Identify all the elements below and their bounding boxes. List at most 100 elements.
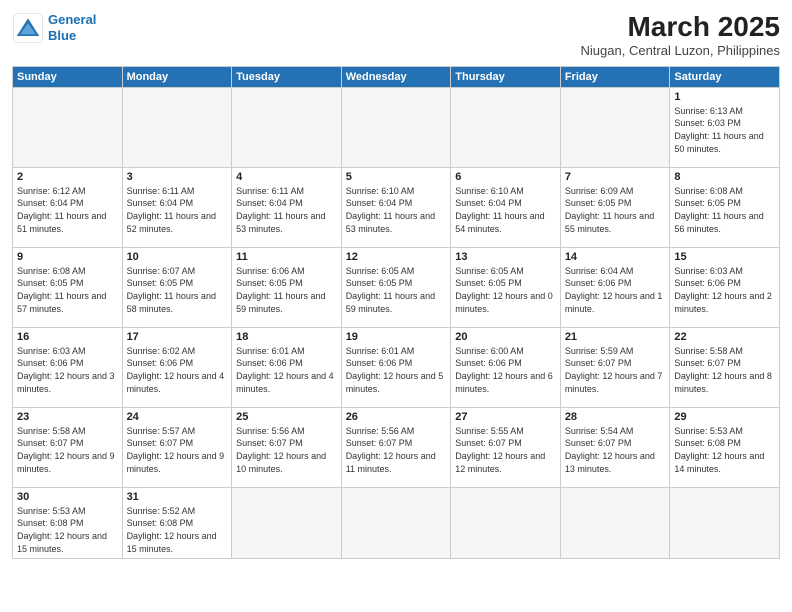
day-number: 26 [346,411,447,423]
day-info: Sunrise: 6:10 AM Sunset: 6:04 PM Dayligh… [346,185,447,235]
day-info: Sunrise: 6:03 AM Sunset: 6:06 PM Dayligh… [674,265,775,315]
day-number: 3 [127,171,228,183]
day-info: Sunrise: 6:06 AM Sunset: 6:05 PM Dayligh… [236,265,337,315]
table-row: 19Sunrise: 6:01 AM Sunset: 6:06 PM Dayli… [341,327,451,407]
table-row: 14 Sunrise: 6:04 AM Sunset: 6:06 PM Dayli… [560,247,670,327]
day-info: Sunrise: 6:02 AM Sunset: 6:06 PM Dayligh… [127,345,228,395]
header: General Blue March 2025 Niugan, Central … [12,12,780,58]
table-row: 20 Sunrise: 6:00 AM Sunset: 6:06 PM Dayli… [451,327,561,407]
day-number: 29 [674,411,775,423]
day-info: Sunrise: 5:58 AM Sunset: 6:07 PM Dayligh… [674,345,775,395]
table-row [232,87,342,167]
day-info: Sunrise: 6:13 AM Sunset: 6:03 PM Dayligh… [674,105,775,155]
table-row: 24 Sunrise: 5:57 AM Sunset: 6:07 PM Dayli… [122,407,232,487]
logo-text: General Blue [48,12,96,43]
table-row: 6 Sunrise: 6:10 AM Sunset: 6:04 PM Daylig… [451,167,561,247]
day-info: Sunrise: 6:00 AM Sunset: 6:06 PM Dayligh… [455,345,556,395]
day-info: Sunrise: 6:01 AM Sunset: 6:06 PM Dayligh… [236,345,337,395]
day-number: 10 [127,251,228,263]
day-info: Sunrise: 5:55 AM Sunset: 6:07 PM Dayligh… [455,425,556,475]
table-row: 7Sunrise: 6:09 AM Sunset: 6:05 PM Daylig… [560,167,670,247]
table-row: 27 Sunrise: 5:55 AM Sunset: 6:07 PM Dayli… [451,407,561,487]
table-row: 13Sunrise: 6:05 AM Sunset: 6:05 PM Dayli… [451,247,561,327]
table-row [341,487,451,558]
table-row: 8 Sunrise: 6:08 AM Sunset: 6:05 PM Daylig… [670,167,780,247]
day-number: 8 [674,171,775,183]
table-row: 23Sunrise: 5:58 AM Sunset: 6:07 PM Dayli… [13,407,123,487]
table-row: 16Sunrise: 6:03 AM Sunset: 6:06 PM Dayli… [13,327,123,407]
header-friday: Friday [560,66,670,87]
day-number: 28 [565,411,666,423]
logo: General Blue [12,12,96,44]
day-number: 4 [236,171,337,183]
day-number: 27 [455,411,556,423]
table-row [451,87,561,167]
day-number: 13 [455,251,556,263]
header-sunday: Sunday [13,66,123,87]
table-row: 31Sunrise: 5:52 AM Sunset: 6:08 PM Dayli… [122,487,232,558]
day-info: Sunrise: 6:03 AM Sunset: 6:06 PM Dayligh… [17,345,118,395]
day-number: 17 [127,331,228,343]
day-info: Sunrise: 5:53 AM Sunset: 6:08 PM Dayligh… [17,505,118,555]
generalblue-logo-icon [12,12,44,44]
day-info: Sunrise: 5:59 AM Sunset: 6:07 PM Dayligh… [565,345,666,395]
weekday-header-row: Sunday Monday Tuesday Wednesday Thursday… [13,66,780,87]
day-info: Sunrise: 6:12 AM Sunset: 6:04 PM Dayligh… [17,185,118,235]
day-info: Sunrise: 5:54 AM Sunset: 6:07 PM Dayligh… [565,425,666,475]
day-number: 14 [565,251,666,263]
day-number: 2 [17,171,118,183]
day-info: Sunrise: 6:11 AM Sunset: 6:04 PM Dayligh… [236,185,337,235]
table-row: 12Sunrise: 6:05 AM Sunset: 6:05 PM Dayli… [341,247,451,327]
day-number: 20 [455,331,556,343]
header-wednesday: Wednesday [341,66,451,87]
month-title: March 2025 [581,12,780,43]
table-row: 18 Sunrise: 6:01 AM Sunset: 6:06 PM Dayli… [232,327,342,407]
day-number: 6 [455,171,556,183]
header-monday: Monday [122,66,232,87]
table-row [122,87,232,167]
day-info: Sunrise: 5:57 AM Sunset: 6:07 PM Dayligh… [127,425,228,475]
table-row [560,487,670,558]
title-block: March 2025 Niugan, Central Luzon, Philip… [581,12,780,58]
table-row: 29Sunrise: 5:53 AM Sunset: 6:08 PM Dayli… [670,407,780,487]
day-number: 31 [127,491,228,503]
day-number: 7 [565,171,666,183]
day-number: 18 [236,331,337,343]
table-row: 4 Sunrise: 6:11 AM Sunset: 6:04 PM Daylig… [232,167,342,247]
day-number: 30 [17,491,118,503]
day-number: 5 [346,171,447,183]
day-info: Sunrise: 6:08 AM Sunset: 6:05 PM Dayligh… [674,185,775,235]
table-row [670,487,780,558]
table-row [451,487,561,558]
table-row: 10Sunrise: 6:07 AM Sunset: 6:05 PM Dayli… [122,247,232,327]
table-row: 9Sunrise: 6:08 AM Sunset: 6:05 PM Daylig… [13,247,123,327]
day-info: Sunrise: 6:04 AM Sunset: 6:06 PM Dayligh… [565,265,666,315]
day-number: 21 [565,331,666,343]
table-row: 30 Sunrise: 5:53 AM Sunset: 6:08 PM Dayli… [13,487,123,558]
day-number: 24 [127,411,228,423]
day-info: Sunrise: 6:10 AM Sunset: 6:04 PM Dayligh… [455,185,556,235]
day-number: 11 [236,251,337,263]
day-info: Sunrise: 5:56 AM Sunset: 6:07 PM Dayligh… [236,425,337,475]
table-row: 1 Sunrise: 6:13 AM Sunset: 6:03 PM Daylig… [670,87,780,167]
day-number: 1 [674,91,775,103]
table-row: 22 Sunrise: 5:58 AM Sunset: 6:07 PM Dayli… [670,327,780,407]
header-thursday: Thursday [451,66,561,87]
day-number: 23 [17,411,118,423]
table-row: 11 Sunrise: 6:06 AM Sunset: 6:05 PM Dayli… [232,247,342,327]
table-row: 5 Sunrise: 6:10 AM Sunset: 6:04 PM Daylig… [341,167,451,247]
day-number: 22 [674,331,775,343]
logo-line2: Blue [48,28,76,43]
day-info: Sunrise: 6:01 AM Sunset: 6:06 PM Dayligh… [346,345,447,395]
table-row: 17 Sunrise: 6:02 AM Sunset: 6:06 PM Dayli… [122,327,232,407]
day-number: 15 [674,251,775,263]
table-row: 28 Sunrise: 5:54 AM Sunset: 6:07 PM Dayli… [560,407,670,487]
table-row: 2 Sunrise: 6:12 AM Sunset: 6:04 PM Daylig… [13,167,123,247]
day-info: Sunrise: 6:05 AM Sunset: 6:05 PM Dayligh… [346,265,447,315]
header-saturday: Saturday [670,66,780,87]
table-row [232,487,342,558]
day-number: 25 [236,411,337,423]
day-info: Sunrise: 5:56 AM Sunset: 6:07 PM Dayligh… [346,425,447,475]
table-row: 15 Sunrise: 6:03 AM Sunset: 6:06 PM Dayli… [670,247,780,327]
table-row: 21 Sunrise: 5:59 AM Sunset: 6:07 PM Dayli… [560,327,670,407]
